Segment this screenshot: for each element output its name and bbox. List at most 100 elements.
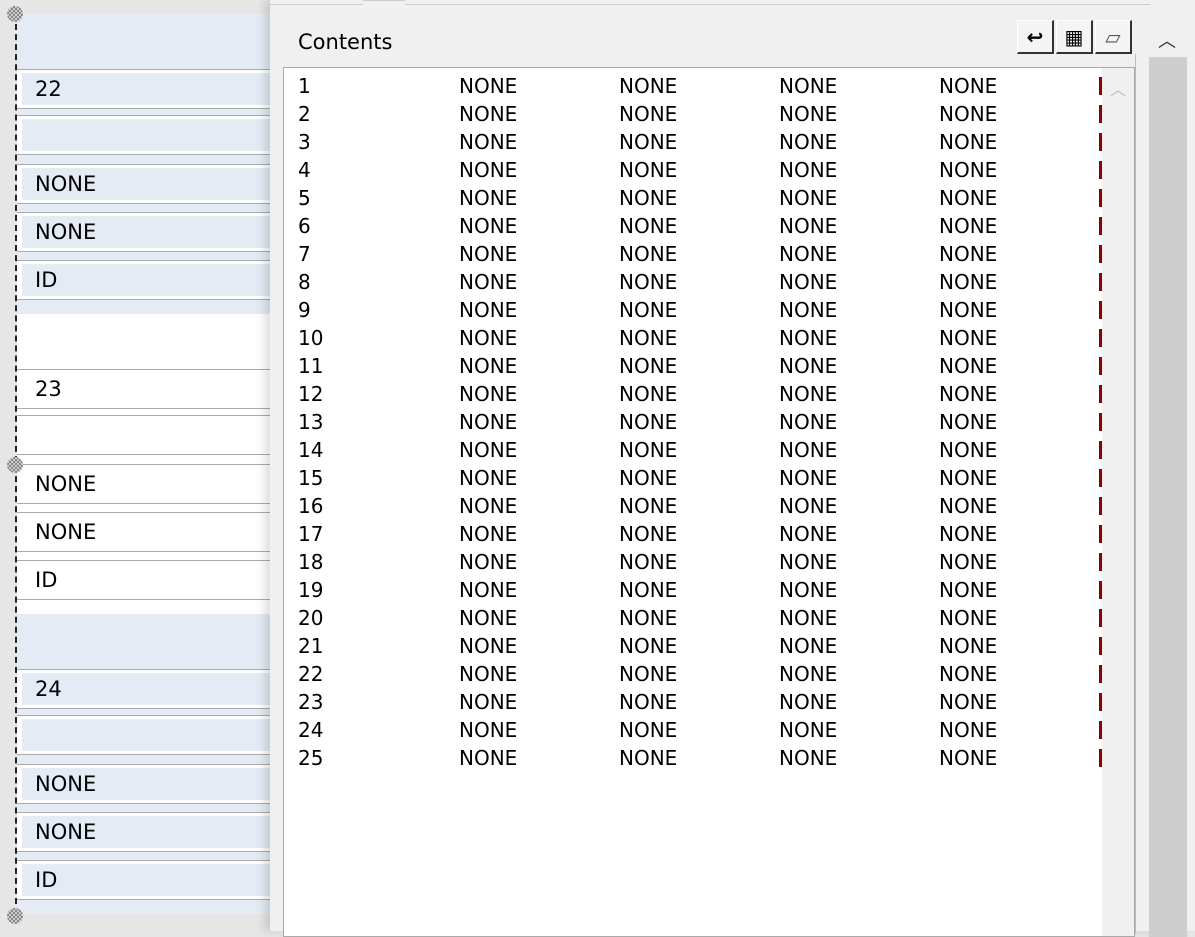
- cell-value: NONE: [619, 74, 678, 98]
- field-value: 22: [22, 73, 287, 105]
- record-field[interactable]: NONE: [17, 164, 287, 204]
- resize-handle-bottom[interactable]: [7, 908, 23, 924]
- record-id-field[interactable]: 22: [17, 69, 287, 109]
- cell-value: NONE: [619, 522, 678, 546]
- field-value: NONE: [22, 816, 287, 848]
- grid-button[interactable]: ▦: [1056, 20, 1093, 54]
- cell-value: NONE: [779, 186, 838, 210]
- cell-value: NONE: [779, 466, 838, 490]
- cell-value: NONE: [459, 158, 518, 182]
- field-value: [22, 719, 287, 751]
- row-number: 5: [298, 186, 311, 210]
- cell-value: NONE: [459, 242, 518, 266]
- cell-value: NONE: [939, 690, 998, 714]
- row-number: 6: [298, 214, 311, 238]
- panel-scrollbar[interactable]: ︿: [1148, 5, 1195, 937]
- field-value: [22, 119, 287, 151]
- field-value: NONE: [22, 168, 287, 200]
- row-number: 7: [298, 242, 311, 266]
- cell-value: NONE: [939, 438, 998, 462]
- resize-handle-middle[interactable]: [7, 457, 23, 473]
- cell-value: NONE: [459, 634, 518, 658]
- cell-value: NONE: [619, 718, 678, 742]
- record-id-field[interactable]: 23: [17, 369, 287, 409]
- wrap-button[interactable]: ↩: [1017, 20, 1054, 54]
- row-number: 24: [298, 718, 324, 742]
- record-field[interactable]: NONE: [17, 812, 287, 852]
- cell-value: NONE: [779, 158, 838, 182]
- field-value: NONE: [22, 216, 287, 248]
- cell-value: NONE: [619, 634, 678, 658]
- cell-value: NONE: [619, 746, 678, 770]
- cell-value: NONE: [459, 186, 518, 210]
- cell-value: NONE: [619, 662, 678, 686]
- cell-value: NONE: [939, 634, 998, 658]
- clipped-column-marker: [1099, 161, 1102, 179]
- cell-value: NONE: [459, 746, 518, 770]
- cell-value: NONE: [779, 270, 838, 294]
- clipped-column-marker: [1099, 189, 1102, 207]
- cell-value: NONE: [939, 74, 998, 98]
- chevron-up-icon[interactable]: ︿: [1158, 27, 1176, 53]
- record-field[interactable]: [17, 715, 287, 755]
- cell-value: NONE: [779, 382, 838, 406]
- field-value: ID: [22, 264, 287, 296]
- field-value: 24: [22, 673, 287, 705]
- cell-value: NONE: [619, 606, 678, 630]
- clipped-column-marker: [1099, 749, 1102, 767]
- cell-value: NONE: [939, 578, 998, 602]
- clipped-column-marker: [1099, 637, 1102, 655]
- cell-value: NONE: [779, 74, 838, 98]
- clipped-column-marker: [1099, 385, 1102, 403]
- cell-value: NONE: [459, 74, 518, 98]
- record-field[interactable]: ID: [17, 560, 287, 600]
- cell-value: NONE: [779, 690, 838, 714]
- clipped-column-marker: [1099, 497, 1102, 515]
- cell-value: NONE: [619, 410, 678, 434]
- cell-value: NONE: [619, 102, 678, 126]
- cell-value: NONE: [619, 466, 678, 490]
- cell-value: NONE: [779, 606, 838, 630]
- cell-value: NONE: [779, 410, 838, 434]
- contents-list[interactable]: ︿ 1 NONE NONE NONE NONE 2 NONE NONE NONE NONE 3 NON…: [283, 67, 1135, 937]
- cell-value: NONE: [779, 578, 838, 602]
- folder-icon: ▱: [1105, 24, 1121, 49]
- record-id-field[interactable]: 24: [17, 669, 287, 709]
- record-field[interactable]: NONE: [17, 464, 287, 504]
- cell-value: NONE: [939, 466, 998, 490]
- cell-value: NONE: [779, 214, 838, 238]
- cell-value: NONE: [939, 158, 998, 182]
- cell-value: NONE: [939, 522, 998, 546]
- cell-value: NONE: [779, 522, 838, 546]
- clipped-column-marker: [1099, 329, 1102, 347]
- cell-value: NONE: [619, 326, 678, 350]
- record-field[interactable]: NONE: [17, 212, 287, 252]
- cell-value: NONE: [619, 494, 678, 518]
- record-field[interactable]: NONE: [17, 764, 287, 804]
- cell-value: NONE: [939, 214, 998, 238]
- resize-handle-top[interactable]: [7, 6, 23, 22]
- list-scrollbar[interactable]: ︿: [1102, 68, 1134, 936]
- cell-value: NONE: [459, 690, 518, 714]
- record-field[interactable]: [17, 415, 287, 455]
- cell-value: NONE: [459, 606, 518, 630]
- cell-value: NONE: [619, 242, 678, 266]
- cell-value: NONE: [779, 130, 838, 154]
- cell-value: NONE: [459, 270, 518, 294]
- chevron-up-icon[interactable]: ︿: [1110, 76, 1126, 100]
- record-field[interactable]: [17, 115, 287, 155]
- cell-value: NONE: [939, 130, 998, 154]
- scrollbar-thumb[interactable]: [1149, 57, 1187, 937]
- cell-value: NONE: [459, 438, 518, 462]
- field-value: ID: [35, 568, 58, 592]
- row-number: 12: [298, 382, 324, 406]
- row-number: 18: [298, 550, 324, 574]
- clipped-column-marker: [1099, 469, 1102, 487]
- clipped-column-marker: [1099, 553, 1102, 571]
- record-field[interactable]: NONE: [17, 512, 287, 552]
- record-field[interactable]: ID: [17, 860, 287, 900]
- cell-value: NONE: [939, 354, 998, 378]
- record-field[interactable]: ID: [17, 260, 287, 300]
- panel-tab[interactable]: [363, 0, 405, 5]
- folder-button[interactable]: ▱: [1095, 20, 1132, 54]
